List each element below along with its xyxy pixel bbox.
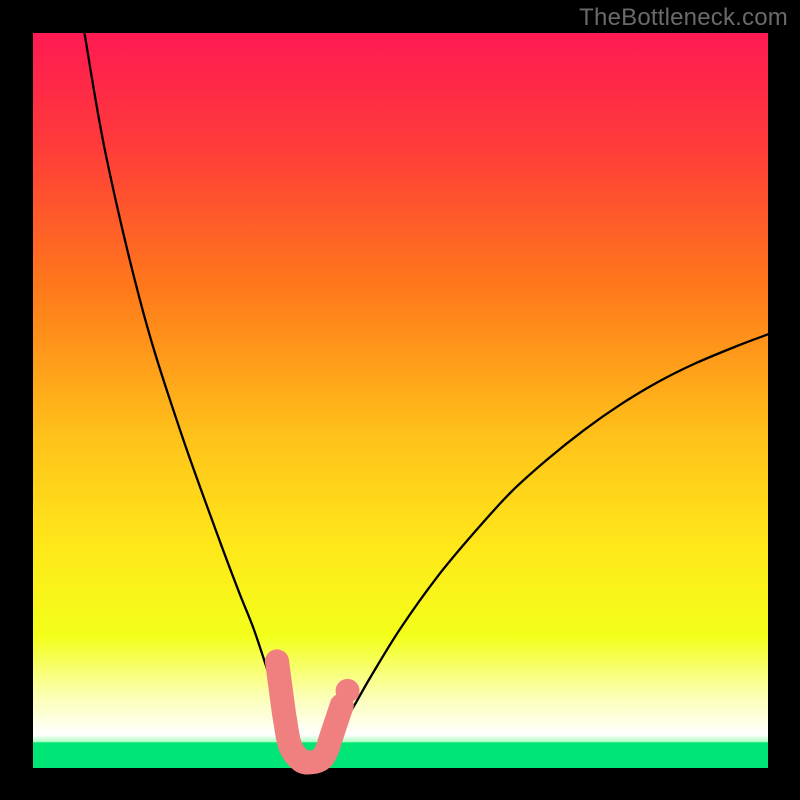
- bottleneck-chart: [0, 0, 800, 800]
- green-band: [33, 742, 768, 768]
- chart-frame: TheBottleneck.com: [0, 0, 800, 800]
- plot-background: [33, 33, 768, 768]
- watermark-text: TheBottleneck.com: [579, 4, 788, 32]
